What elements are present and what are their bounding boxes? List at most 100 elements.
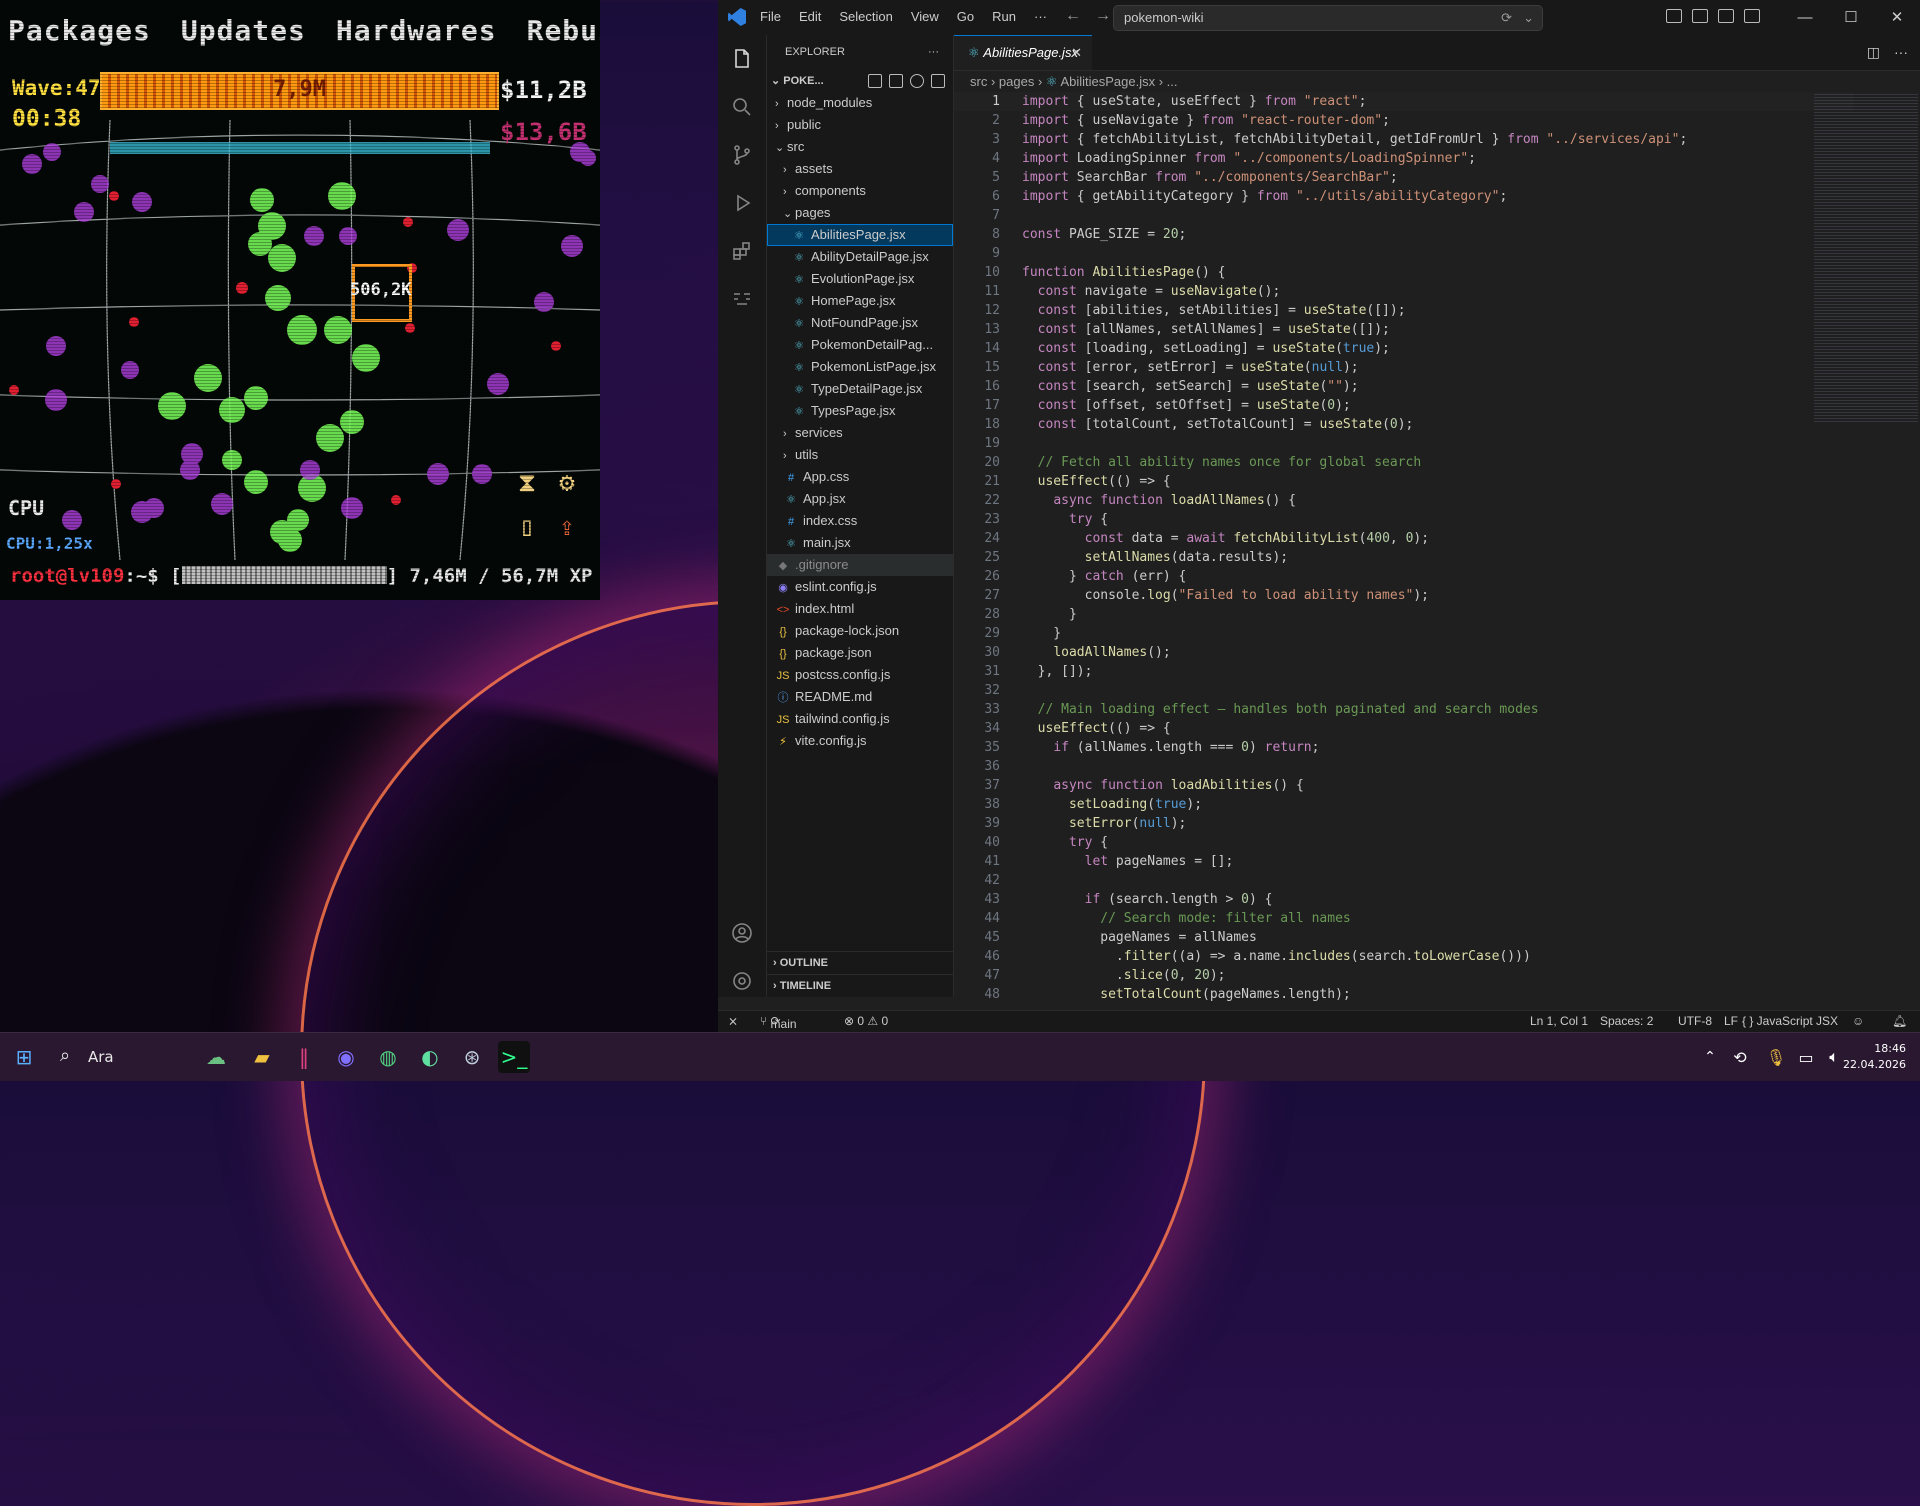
menu-go[interactable]: Go [957, 9, 974, 24]
file-item[interactable]: ⚛ TypeDetailPage.jsx [767, 378, 953, 400]
eol-status[interactable]: LF [1724, 1014, 1738, 1028]
messaging-app-icon[interactable]: ◐ [414, 1041, 446, 1073]
menu-updates[interactable]: Updates [181, 14, 306, 47]
problems-status[interactable]: ⊗ 0 ⚠ 0 [844, 1014, 888, 1028]
file-item[interactable]: <> index.html [767, 598, 953, 620]
file-item[interactable]: ◆ .gitignore [767, 554, 953, 576]
file-item[interactable]: JS postcss.config.js [767, 664, 953, 686]
file-item[interactable]: # App.css [767, 466, 953, 488]
code-editor[interactable]: 1 import { useState, useEffect } from "re… [954, 92, 1854, 1004]
timeline-pane[interactable]: › TIMELINE [767, 974, 953, 997]
menu-rebuild[interactable]: Rebuild [527, 14, 600, 47]
sync-icon[interactable]: ⟲ [1724, 1041, 1756, 1073]
minimap[interactable] [1814, 92, 1918, 422]
gear-icon[interactable]: ⚙ [552, 468, 582, 498]
widgets-icon[interactable]: ☁ [200, 1041, 232, 1073]
taskbar-search[interactable]: ⌕ Ara [52, 1041, 170, 1073]
chat-app-icon[interactable]: ◍ [372, 1041, 404, 1073]
terminal-icon[interactable]: >_ [498, 1041, 530, 1073]
file-item[interactable]: ⚛ App.jsx [767, 488, 953, 510]
collapse-all-icon[interactable] [931, 74, 945, 88]
file-item[interactable]: ⓘ README.md [767, 686, 953, 708]
tray-chevron-icon[interactable]: ⌃ [1694, 1041, 1726, 1073]
file-item[interactable]: # index.css [767, 510, 953, 532]
minimize-button[interactable]: — [1782, 0, 1828, 35]
maximize-button[interactable]: ☐ [1828, 0, 1874, 35]
extensions-icon[interactable] [718, 227, 766, 275]
steam-icon[interactable]: ⊛ [456, 1041, 488, 1073]
command-center[interactable]: pokemon-wiki ⟳ ⌄ [1113, 5, 1543, 31]
audio-app-icon[interactable]: ‖ [288, 1041, 320, 1073]
folder-item[interactable]: › node_modules [767, 92, 953, 114]
back-arrow-icon[interactable]: ← [1065, 7, 1081, 24]
notifications-icon[interactable]: 🔔︎ [1892, 1014, 1907, 1028]
folder-item[interactable]: › services [767, 422, 953, 444]
folder-item[interactable]: ⌄ pages [767, 202, 953, 224]
file-item[interactable]: JS tailwind.config.js [767, 708, 953, 730]
project-header[interactable]: ⌄ POKE... [767, 70, 953, 92]
forward-arrow-icon[interactable]: → [1095, 7, 1111, 24]
menu-hardwares[interactable]: Hardwares [336, 14, 497, 47]
folder-item[interactable]: › assets [767, 158, 953, 180]
more-actions-icon[interactable]: ··· [1894, 44, 1908, 61]
file-item[interactable]: ⚛ PokemonListPage.jsx [767, 356, 953, 378]
clock[interactable]: 18:46 22.04.2026 [1843, 1041, 1906, 1073]
new-folder-icon[interactable] [889, 74, 903, 88]
close-button[interactable]: ✕ [1874, 0, 1920, 35]
folder-item[interactable]: › public [767, 114, 953, 136]
branch-status[interactable]: ⑂ main ⟳ [760, 1014, 797, 1031]
upload-icon[interactable]: ⇪ [552, 512, 582, 542]
folder-item[interactable]: › components [767, 180, 953, 202]
chevron-down-icon[interactable]: ⌄ [1523, 10, 1534, 26]
more-actions-icon[interactable]: ··· [928, 35, 939, 70]
folder-item[interactable]: › utils [767, 444, 953, 466]
new-file-icon[interactable] [868, 74, 882, 88]
explorer-icon[interactable] [718, 35, 766, 83]
toggle-secondary-sidebar-icon[interactable] [1744, 9, 1760, 23]
folder-item[interactable]: ⌄ src [767, 136, 953, 158]
breadcrumb-file[interactable]: AbilitiesPage.jsx [1060, 74, 1155, 89]
breadcrumb-src[interactable]: src [970, 74, 987, 89]
hourglass-icon[interactable]: ⧗ [512, 468, 542, 498]
search-icon[interactable] [718, 83, 766, 131]
file-item[interactable]: ⚡︎ vite.config.js [767, 730, 953, 752]
menu-view[interactable]: View [911, 9, 939, 24]
split-editor-icon[interactable]: ◫ [1867, 44, 1880, 61]
file-item[interactable]: {} package-lock.json [767, 620, 953, 642]
file-explorer-icon[interactable]: ▰ [246, 1041, 278, 1073]
tab-abilities-page[interactable]: ⚛ AbilitiesPage.jsx ✕ [954, 35, 1092, 70]
cursor-position[interactable]: Ln 1, Col 1 [1530, 1014, 1588, 1028]
menu-packages[interactable]: Packages [8, 14, 151, 47]
start-icon[interactable]: ⊞ [8, 1041, 40, 1073]
menu-file[interactable]: File [760, 9, 781, 24]
language-status[interactable]: { } JavaScript JSX [1742, 1014, 1838, 1028]
menu-selection[interactable]: Selection [839, 9, 892, 24]
account-icon[interactable] [718, 909, 766, 957]
remote-explorer-icon[interactable] [718, 275, 766, 323]
close-icon[interactable]: ✕ [1071, 36, 1082, 70]
file-item[interactable]: ⚛ NotFoundPage.jsx [767, 312, 953, 334]
file-item[interactable]: {} package.json [767, 642, 953, 664]
book-icon[interactable]: ▯ [512, 512, 542, 542]
refresh-icon[interactable] [910, 74, 924, 88]
toggle-sidebar-icon[interactable] [1692, 9, 1708, 23]
file-item[interactable]: ⚛ HomePage.jsx [767, 290, 953, 312]
file-item[interactable]: ⚛ TypesPage.jsx [767, 400, 953, 422]
customize-layout-icon[interactable] [1666, 9, 1682, 23]
file-item[interactable]: ⚛ main.jsx [767, 532, 953, 554]
file-item[interactable]: ◉ eslint.config.js [767, 576, 953, 598]
encoding-status[interactable]: UTF-8 [1678, 1014, 1712, 1028]
copilot-icon[interactable]: ⟳ [1501, 10, 1512, 26]
run-debug-icon[interactable] [718, 179, 766, 227]
file-item[interactable]: ⚛ EvolutionPage.jsx [767, 268, 953, 290]
file-item[interactable]: ⚛ AbilityDetailPage.jsx [767, 246, 953, 268]
breadcrumb-symbol[interactable]: ... [1167, 74, 1178, 89]
game-window[interactable]: Packages Updates Hardwares Rebuild 7,9M … [0, 0, 600, 600]
breadcrumb-pages[interactable]: pages [999, 74, 1034, 89]
file-item[interactable]: ⚛ AbilitiesPage.jsx [767, 224, 953, 246]
microphone-icon[interactable]: 🎙︎ [1760, 1041, 1792, 1073]
menu-more[interactable]: ··· [1034, 9, 1047, 24]
browser-icon[interactable]: ◉ [330, 1041, 362, 1073]
file-item[interactable]: ⚛ PokemonDetailPag... [767, 334, 953, 356]
remote-icon[interactable]: ⨯ [728, 1014, 738, 1028]
